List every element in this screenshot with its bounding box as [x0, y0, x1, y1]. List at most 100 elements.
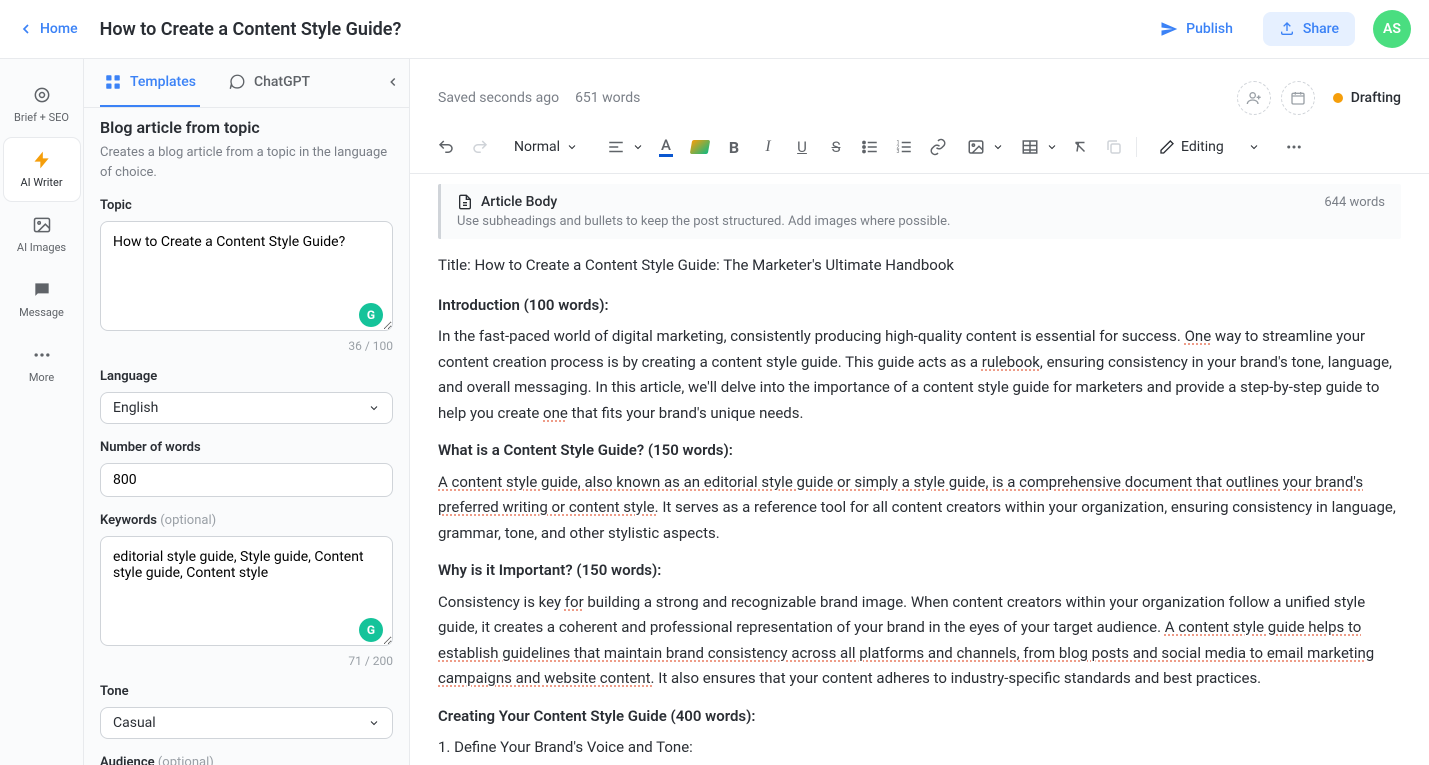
user-plus-icon — [1246, 90, 1262, 106]
step1-head: 1. Define Your Brand's Voice and Tone: — [438, 735, 1401, 761]
rail-message[interactable]: Message — [4, 268, 80, 331]
saved-status: Saved seconds ago — [438, 90, 559, 106]
bullet-list-button[interactable] — [854, 131, 886, 163]
table-insert-button[interactable] — [1010, 131, 1062, 163]
more-tools-button[interactable] — [1278, 131, 1310, 163]
keywords-counter: 71 / 200 — [100, 654, 393, 668]
panel-description: Creates a blog article from a topic in t… — [100, 143, 393, 182]
bolt-icon — [32, 150, 52, 170]
chevron-down-icon — [368, 717, 380, 729]
user-avatar[interactable]: AS — [1373, 10, 1411, 48]
rail-ai-writer[interactable]: AI Writer — [4, 138, 80, 201]
section-intro-head: Introduction (100 words): — [438, 293, 1401, 319]
words-input[interactable] — [100, 463, 393, 497]
add-assignee-button[interactable] — [1237, 81, 1271, 115]
image-insert-button[interactable] — [956, 131, 1008, 163]
table-icon — [1021, 138, 1039, 156]
section-intro-body: In the fast-paced world of digital marke… — [438, 324, 1401, 426]
bold-button[interactable]: B — [718, 131, 750, 163]
section-create-head: Creating Your Content Style Guide (400 w… — [438, 704, 1401, 730]
chat-icon — [228, 73, 246, 91]
link-button[interactable] — [922, 131, 954, 163]
topic-input[interactable]: How to Create a Content Style Guide? — [100, 221, 393, 331]
keywords-label: Keywords (optional) — [100, 513, 393, 528]
section-why-body: Consistency is key for building a strong… — [438, 590, 1401, 692]
message-icon — [32, 280, 52, 300]
strikethrough-icon: S — [832, 138, 841, 156]
chevron-down-icon — [368, 402, 380, 414]
chevron-down-icon — [992, 141, 1004, 153]
collapse-sidebar-button[interactable] — [383, 72, 403, 92]
panel-title: Blog article from topic — [100, 118, 393, 137]
chevron-left-icon — [18, 21, 34, 37]
tone-label: Tone — [100, 684, 393, 699]
topic-label: Topic — [100, 198, 393, 213]
rail-brief-seo[interactable]: Brief + SEO — [4, 73, 80, 136]
more-icon — [32, 345, 52, 365]
add-date-button[interactable] — [1281, 81, 1315, 115]
grammarly-badge[interactable]: G — [359, 618, 383, 642]
redo-button[interactable] — [464, 131, 496, 163]
tab-chatgpt[interactable]: ChatGPT — [224, 59, 314, 107]
publish-button[interactable]: Publish — [1146, 12, 1247, 46]
pencil-icon — [1159, 139, 1175, 155]
body-word-count: 644 words — [1324, 195, 1385, 210]
strikethrough-button[interactable]: S — [820, 131, 852, 163]
copy-button[interactable] — [1098, 131, 1130, 163]
redo-icon — [471, 138, 489, 156]
upload-icon — [1279, 21, 1295, 37]
bold-icon: B — [729, 138, 739, 157]
status-badge[interactable]: Drafting — [1333, 90, 1401, 106]
rail-more[interactable]: More — [4, 333, 80, 396]
words-label: Number of words — [100, 440, 393, 455]
numbered-list-button[interactable]: 123 — [888, 131, 920, 163]
text-color-icon: A — [659, 138, 673, 157]
image-icon — [32, 215, 52, 235]
paragraph-style-select[interactable]: Normal — [504, 133, 588, 161]
target-icon — [32, 85, 52, 105]
tone-select[interactable]: Casual — [100, 707, 393, 739]
word-count: 651 words — [575, 90, 640, 106]
numbered-list-icon: 123 — [895, 138, 913, 156]
undo-icon — [437, 138, 455, 156]
rail-ai-images[interactable]: AI Images — [4, 203, 80, 266]
align-button[interactable] — [596, 131, 648, 163]
svg-text:3: 3 — [897, 149, 900, 155]
language-label: Language — [100, 369, 393, 384]
text-color-button[interactable]: A — [650, 131, 682, 163]
editing-mode-select[interactable]: Editing — [1149, 133, 1270, 161]
grammarly-badge[interactable]: G — [359, 303, 383, 327]
audience-label: Audience (optional) — [100, 755, 393, 765]
article-content[interactable]: Title: How to Create a Content Style Gui… — [438, 253, 1401, 765]
language-select[interactable]: English — [100, 392, 393, 424]
align-left-icon — [607, 138, 625, 156]
underline-button[interactable]: U — [786, 131, 818, 163]
document-title[interactable]: How to Create a Content Style Guide? — [100, 19, 402, 40]
status-dot-icon — [1333, 93, 1343, 103]
italic-icon: I — [765, 138, 770, 156]
tab-templates[interactable]: Templates — [100, 59, 200, 107]
clear-format-button[interactable] — [1064, 131, 1096, 163]
more-icon — [1285, 138, 1303, 156]
highlight-button[interactable] — [684, 131, 716, 163]
section-why-head: Why is it Important? (150 words): — [438, 558, 1401, 584]
document-icon — [457, 194, 473, 210]
section-what-body: A content style guide, also known as an … — [438, 470, 1401, 547]
send-icon — [1160, 20, 1178, 38]
chevron-left-icon — [386, 75, 400, 89]
templates-icon — [104, 73, 122, 91]
bullet-list-icon — [861, 138, 879, 156]
italic-button[interactable]: I — [752, 131, 784, 163]
chevron-down-icon — [1248, 141, 1260, 153]
share-button[interactable]: Share — [1263, 12, 1355, 46]
home-link[interactable]: Home — [18, 21, 78, 37]
home-label: Home — [40, 21, 78, 37]
article-body-header: Article Body 644 words Use subheadings a… — [438, 184, 1401, 239]
body-header-subtitle: Use subheadings and bullets to keep the … — [457, 214, 1385, 229]
link-icon — [929, 138, 947, 156]
article-title-line: Title: How to Create a Content Style Gui… — [438, 253, 1401, 279]
keywords-input[interactable]: editorial style guide, Style guide, Cont… — [100, 536, 393, 646]
topic-counter: 36 / 100 — [100, 339, 393, 353]
underline-icon: U — [797, 138, 807, 156]
undo-button[interactable] — [430, 131, 462, 163]
